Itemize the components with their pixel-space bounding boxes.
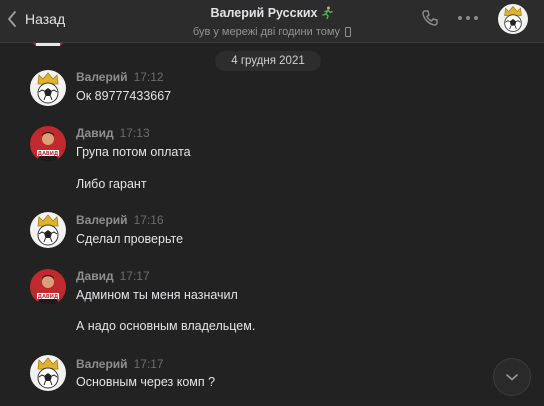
message-meta: Давид 17:13 xyxy=(76,126,150,140)
scroll-to-bottom-button[interactable] xyxy=(493,358,531,396)
sender-avatar[interactable] xyxy=(30,70,66,106)
crown-football-icon xyxy=(30,70,66,106)
message-time: 17:13 xyxy=(119,126,150,140)
message-text: Група потом оплата xyxy=(76,145,191,159)
message-author[interactable]: Валерий xyxy=(76,357,128,371)
message-text: А надо основным владельцем. xyxy=(76,319,256,333)
sender-avatar[interactable]: ДАВИД xyxy=(30,126,66,162)
back-label: Назад xyxy=(25,11,66,27)
chevron-down-icon xyxy=(506,374,518,381)
david-avatar-icon: ДАВИД xyxy=(30,269,66,305)
chat-header: Назад Валерий Русских був у мережі дві г… xyxy=(0,0,544,43)
message-text: Ок 89777433667 xyxy=(76,89,172,103)
message-meta: Давид 17:17 xyxy=(76,269,150,283)
phone-call-icon[interactable] xyxy=(421,9,439,27)
dot-icon xyxy=(466,16,470,20)
message-meta: Валерий 17:16 xyxy=(76,213,164,227)
sender-avatar[interactable] xyxy=(30,212,66,248)
crown-football-icon xyxy=(498,4,528,34)
back-button[interactable]: Назад xyxy=(6,7,65,31)
message-meta: Валерий 17:17 xyxy=(76,357,164,371)
chat-window: Назад Валерий Русских був у мережі дві г… xyxy=(0,0,544,406)
message-author[interactable]: Давид xyxy=(76,269,114,283)
message-author[interactable]: Валерий xyxy=(76,213,128,227)
peer-info[interactable]: Валерий Русских був у мережі дві години … xyxy=(150,4,394,39)
message-time: 17:16 xyxy=(133,213,164,227)
more-options-button[interactable] xyxy=(458,15,478,21)
date-separator: 4 грудня 2021 xyxy=(215,51,321,71)
crown-football-icon xyxy=(30,212,66,248)
svg-text:ДАВИД: ДАВИД xyxy=(38,151,59,157)
peer-status: був у мережі дві години тому xyxy=(192,26,341,38)
message-meta: Валерий 17:12 xyxy=(76,70,164,84)
message-author[interactable]: Давид xyxy=(76,126,114,140)
crown-football-icon xyxy=(30,355,66,391)
sender-avatar[interactable] xyxy=(30,355,66,391)
message-time: 17:17 xyxy=(119,269,150,283)
chevron-left-icon xyxy=(8,11,16,27)
david-avatar-icon: ДАВИД xyxy=(30,126,66,162)
message-time: 17:17 xyxy=(133,357,164,371)
dot-icon xyxy=(458,16,462,20)
mobile-icon xyxy=(345,27,352,37)
message-text: Основным через комп ? xyxy=(76,375,216,389)
message-text: Либо гарант xyxy=(76,177,147,191)
running-person-icon xyxy=(322,6,334,19)
message-text: Сделал проверьте xyxy=(76,232,184,246)
message-time: 17:12 xyxy=(133,70,164,84)
peer-avatar[interactable] xyxy=(498,4,528,34)
svg-text:ДАВИД: ДАВИД xyxy=(38,294,59,300)
peer-name: Валерий Русских xyxy=(210,5,318,20)
message-author[interactable]: Валерий xyxy=(76,70,128,84)
sender-avatar[interactable]: ДАВИД xyxy=(30,269,66,305)
message-text: Админом ты меня назначил xyxy=(76,288,238,302)
dot-icon xyxy=(474,16,478,20)
